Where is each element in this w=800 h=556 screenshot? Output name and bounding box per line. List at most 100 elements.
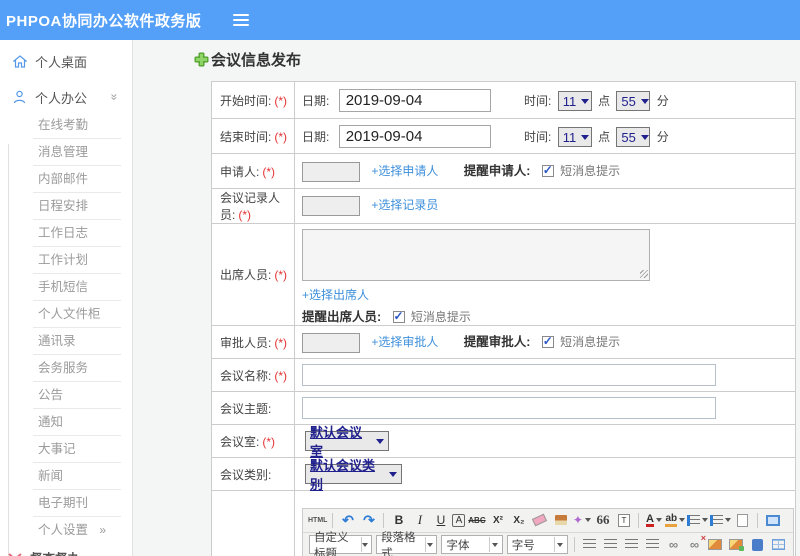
remove-link-button[interactable]: ∞ bbox=[685, 533, 706, 554]
paste-button[interactable]: T bbox=[614, 511, 633, 530]
font-style-button[interactable]: A bbox=[452, 513, 466, 527]
insert-flash-button[interactable] bbox=[727, 535, 746, 554]
eraser-button[interactable] bbox=[530, 511, 549, 530]
highlight-color-button[interactable]: ab bbox=[665, 511, 686, 530]
user-icon bbox=[12, 90, 27, 105]
choose-recorder-link[interactable]: +选择记录员 bbox=[371, 198, 438, 212]
sms-remind-checkbox[interactable] bbox=[541, 334, 554, 349]
html-source-button[interactable]: HTML bbox=[308, 511, 327, 530]
applicant-input[interactable] bbox=[302, 161, 360, 182]
sidebar-item-internal-mail[interactable]: 内部邮件 bbox=[0, 166, 132, 193]
main-content: 会议信息发布 开始时间:(*) 日期: 时间: 11 点 55 分 结束时间:( bbox=[133, 40, 800, 556]
insert-table-button[interactable] bbox=[769, 535, 788, 554]
meeting-category-select[interactable]: 默认会议类别 bbox=[305, 458, 402, 492]
superscript-button[interactable]: X² bbox=[488, 511, 507, 530]
paragraph-format-select[interactable]: 段落格式 bbox=[376, 532, 438, 556]
underline-button[interactable]: U bbox=[431, 511, 450, 530]
choose-approver-link[interactable]: +选择审批人 bbox=[371, 335, 438, 349]
fullscreen-button[interactable] bbox=[763, 511, 782, 530]
format-painter-button[interactable] bbox=[551, 511, 570, 530]
blockquote-button[interactable]: 66 bbox=[593, 511, 612, 530]
chevron-down-icon bbox=[584, 518, 591, 522]
align-right-button[interactable] bbox=[622, 535, 641, 554]
sidebar-item-notice[interactable]: 通知 bbox=[0, 409, 132, 436]
sidebar-item-label: 工作日志 bbox=[38, 226, 89, 240]
subscript-button[interactable]: X₂ bbox=[509, 511, 528, 530]
align-justify-button[interactable] bbox=[643, 535, 662, 554]
font-family-select[interactable]: 字体 bbox=[441, 535, 503, 554]
font-color-button[interactable]: A bbox=[644, 511, 663, 530]
rich-text-editor: HTML ↶ ↷ B I U A ABC X² X₂ ✦ 66 T A ab 自… bbox=[302, 507, 794, 556]
attendees-textarea[interactable] bbox=[302, 229, 650, 281]
insert-image-button[interactable] bbox=[706, 535, 725, 554]
sidebar-item-message-management[interactable]: 消息管理 bbox=[0, 139, 132, 166]
sidebar-item-personal-desktop[interactable]: 个人桌面 bbox=[0, 46, 132, 76]
align-justify-icon bbox=[645, 539, 659, 550]
meeting-name-input[interactable] bbox=[302, 364, 716, 386]
select-value: 55 bbox=[621, 93, 636, 109]
sidebar-item-online-attendance[interactable]: 在线考勤 bbox=[0, 112, 132, 139]
meeting-topic-input[interactable] bbox=[302, 397, 716, 419]
start-minute-select[interactable]: 55 bbox=[616, 91, 651, 112]
italic-button[interactable]: I bbox=[410, 511, 429, 530]
recorder-input[interactable] bbox=[302, 196, 360, 216]
align-left-button[interactable] bbox=[580, 535, 599, 554]
choose-applicant-link[interactable]: +选择申请人 bbox=[371, 164, 438, 178]
sidebar-item-news[interactable]: 新闻 bbox=[0, 463, 132, 490]
sidebar-item-memorabilia[interactable]: 大事记 bbox=[0, 436, 132, 463]
custom-title-select[interactable]: 自定义标题 bbox=[309, 532, 373, 556]
sidebar-item-personal-settings[interactable]: 个人设置 » bbox=[0, 517, 132, 544]
sidebar-item-personal-office[interactable]: 个人办公 » bbox=[0, 82, 132, 112]
chevron-down-icon bbox=[581, 98, 590, 104]
choose-attendees-link[interactable]: +选择出席人 bbox=[302, 288, 369, 302]
hamburger-menu-icon[interactable] bbox=[233, 14, 250, 26]
sidebar-item-announcement[interactable]: 公告 bbox=[0, 382, 132, 409]
align-center-button[interactable] bbox=[601, 535, 620, 554]
undo-button[interactable]: ↶ bbox=[338, 511, 357, 530]
remind-approver-label: 提醒审批人: bbox=[463, 335, 531, 350]
sidebar-item-schedule[interactable]: 日程安排 bbox=[0, 193, 132, 220]
sms-remind-checkbox[interactable] bbox=[541, 163, 554, 178]
sidebar-item-label: 个人文件柜 bbox=[38, 307, 101, 321]
sidebar-item-label: 手机短信 bbox=[38, 280, 89, 294]
approver-input[interactable] bbox=[302, 332, 360, 353]
redo-button[interactable]: ↷ bbox=[359, 511, 378, 530]
start-date-input[interactable] bbox=[338, 88, 491, 112]
sidebar-item-address-book[interactable]: 通讯录 bbox=[0, 328, 132, 355]
unordered-list-button[interactable] bbox=[710, 511, 732, 530]
new-document-button[interactable] bbox=[733, 511, 752, 530]
quick-format-button[interactable]: ✦ bbox=[572, 511, 591, 530]
row-meeting-name: 会议名称: (*) bbox=[211, 358, 796, 392]
minute-unit-label: 分 bbox=[656, 93, 669, 108]
sidebar-item-work-plan[interactable]: 工作计划 bbox=[0, 247, 132, 274]
sidebar-item-e-journal[interactable]: 电子期刊 bbox=[0, 490, 132, 517]
end-date-input[interactable] bbox=[338, 124, 491, 148]
end-minute-select[interactable]: 55 bbox=[616, 127, 651, 148]
ordered-list-button[interactable] bbox=[687, 511, 709, 530]
sidebar-item-label: 电子期刊 bbox=[38, 496, 89, 510]
chevron-down-icon bbox=[655, 518, 662, 522]
sidebar-item-supervision[interactable]: 督查督办 » bbox=[0, 546, 132, 556]
sms-remind-label: 短消息提示 bbox=[560, 335, 621, 350]
sidebar-item-label: 消息管理 bbox=[38, 145, 89, 159]
eraser-icon bbox=[532, 513, 548, 527]
sidebar-item-personal-file-cabinet[interactable]: 个人文件柜 bbox=[0, 301, 132, 328]
insert-link-button[interactable]: ∞ bbox=[664, 535, 683, 554]
sidebar-item-mobile-sms[interactable]: 手机短信 bbox=[0, 274, 132, 301]
align-left-icon bbox=[582, 539, 596, 550]
highlight-icon: ab bbox=[665, 513, 678, 527]
sms-remind-checkbox[interactable] bbox=[392, 309, 405, 323]
insert-media-button[interactable] bbox=[748, 535, 767, 554]
select-value: 11 bbox=[562, 93, 577, 109]
end-hour-select[interactable]: 11 bbox=[557, 127, 592, 148]
strikethrough-button[interactable]: ABC bbox=[467, 511, 486, 530]
meeting-room-select[interactable]: 默认会议室 bbox=[305, 425, 389, 459]
sidebar-item-work-log[interactable]: 工作日志 bbox=[0, 220, 132, 247]
chevron-down-icon bbox=[725, 518, 732, 522]
bold-button[interactable]: B bbox=[389, 511, 408, 530]
sidebar-item-meeting-services[interactable]: 会务服务 bbox=[0, 355, 132, 382]
media-icon bbox=[751, 538, 763, 551]
font-size-select[interactable]: 字号 bbox=[506, 535, 569, 554]
required-mark: (*) bbox=[262, 434, 276, 449]
start-hour-select[interactable]: 11 bbox=[557, 91, 592, 112]
